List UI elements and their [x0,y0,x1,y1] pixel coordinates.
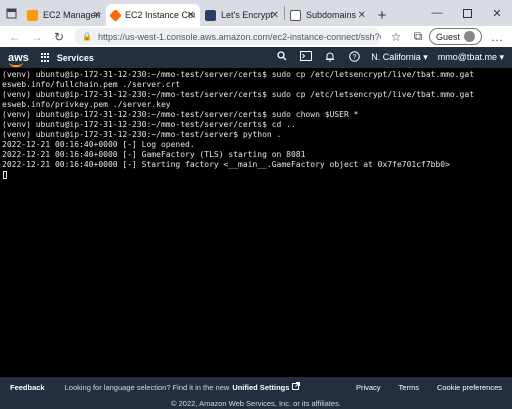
terminal-line: (venv) ubuntu@ip-172-31-12-230:~/mmo-tes… [2,130,282,139]
favorites-icon[interactable]: ☆ [385,27,407,46]
terminal-line: esweb.info/fullchain.pem ./server.crt [2,80,181,89]
document-favicon-icon [290,9,301,21]
account-label: mmo@tbat.me [437,52,497,62]
close-window-button[interactable]: ✕ [482,0,512,26]
services-grid-icon[interactable] [40,52,51,63]
new-tab-button[interactable]: + [371,4,393,26]
browser-address-bar: ← → ↻ 🔒 https://us-west-1.console.aws.am… [0,26,512,47]
back-arrow-icon[interactable]: ← [4,27,26,46]
close-tab-icon[interactable]: ✕ [271,10,279,21]
lets-encrypt-favicon-icon [205,9,216,21]
tab-ec2-instance-connect[interactable]: EC2 Instance Con ✕ [106,4,200,26]
language-prompt-text: Looking for language selection? Find it … [64,382,230,392]
feedback-link[interactable]: Feedback [10,383,45,392]
copyright-text: © 2022, Amazon Web Services, Inc. or its… [171,398,341,408]
terminal-line: 2022-12-21 00:16:40+0000 [-] Log opened. [2,140,195,149]
chevron-down-icon: ▾ [499,52,504,62]
close-tab-icon[interactable]: ✕ [93,10,101,21]
aws-console-header: aws Services ? N. California ▾ mmo@tbat.… [0,47,512,68]
close-tab-icon[interactable]: ✕ [358,10,366,21]
forward-arrow-icon[interactable]: → [26,27,48,46]
terminal-line: (venv) ubuntu@ip-172-31-12-230:~/mmo-tes… [2,120,296,129]
tab-ec2-management[interactable]: EC2 Management ✕ [22,4,106,26]
search-icon[interactable] [275,51,289,64]
services-menu-button[interactable]: Services [57,53,94,63]
notifications-bell-icon[interactable] [323,51,337,65]
region-label: N. California [371,52,421,62]
privacy-link[interactable]: Privacy [356,383,381,392]
more-options-icon[interactable]: … [486,27,508,46]
tab-subdomains[interactable]: Subdomains ✕ [285,4,371,26]
svg-text:?: ? [352,54,356,61]
close-tab-icon[interactable]: ✕ [187,10,195,21]
reload-icon[interactable]: ↻ [48,27,70,46]
tab-lets-encrypt[interactable]: Let's Encrypt ✕ [200,4,284,26]
terms-link[interactable]: Terms [399,383,419,392]
unified-settings-label: Unified Settings [232,383,290,392]
window-menu-icon[interactable] [0,0,22,26]
url-field[interactable]: 🔒 https://us-west-1.console.aws.amazon.c… [74,28,381,45]
terminal-line: 2022-12-21 00:16:40+0000 [-] GameFactory… [2,150,306,159]
account-menu[interactable]: mmo@tbat.me ▾ [438,52,504,63]
terminal-cursor [3,171,7,179]
tab-label: Subdomains [306,10,357,20]
terminal-line: 2022-12-21 00:16:40+0000 [-] Starting fa… [2,160,450,169]
terminal-line: esweb.info/privkey.pem ./server.key [2,100,171,109]
terminal-line: (venv) ubuntu@ip-172-31-12-230:~/mmo-tes… [2,90,475,99]
unified-settings-link[interactable]: Unified Settings [232,382,300,392]
external-link-icon [291,382,300,392]
profile-label: Guest [435,31,460,42]
ssh-terminal[interactable]: (venv) ubuntu@ip-172-31-12-230:~/mmo-tes… [0,68,512,377]
aws-console-footer: Feedback Looking for language selection?… [0,377,512,409]
terminal-line: (venv) ubuntu@ip-172-31-12-230:~/mmo-tes… [2,110,359,119]
minimize-window-button[interactable]: — [422,0,452,26]
collections-icon[interactable]: ⧉ [407,27,429,46]
ec2-favicon-icon [27,9,38,21]
ec2-instance-favicon-icon [109,8,122,22]
browser-tab-strip: EC2 Management ✕ EC2 Instance Con ✕ Let'… [0,0,512,26]
cloudshell-icon[interactable] [299,51,313,64]
profile-button[interactable]: Guest [428,28,482,45]
cookie-preferences-link[interactable]: Cookie preferences [437,383,502,392]
terminal-line: (venv) ubuntu@ip-172-31-12-230:~/mmo-tes… [2,70,475,79]
aws-logo[interactable]: aws [8,52,29,67]
tab-label: Let's Encrypt [221,10,273,20]
help-icon[interactable]: ? [347,50,361,65]
url-text: https://us-west-1.console.aws.amazon.com… [97,31,381,42]
tab-label: EC2 Instance Con [125,10,195,20]
region-selector[interactable]: N. California ▾ [371,52,428,63]
lock-icon: 🔒 [82,32,92,41]
maximize-window-button[interactable] [452,0,482,26]
chevron-down-icon: ▾ [423,52,428,62]
avatar [464,31,475,42]
